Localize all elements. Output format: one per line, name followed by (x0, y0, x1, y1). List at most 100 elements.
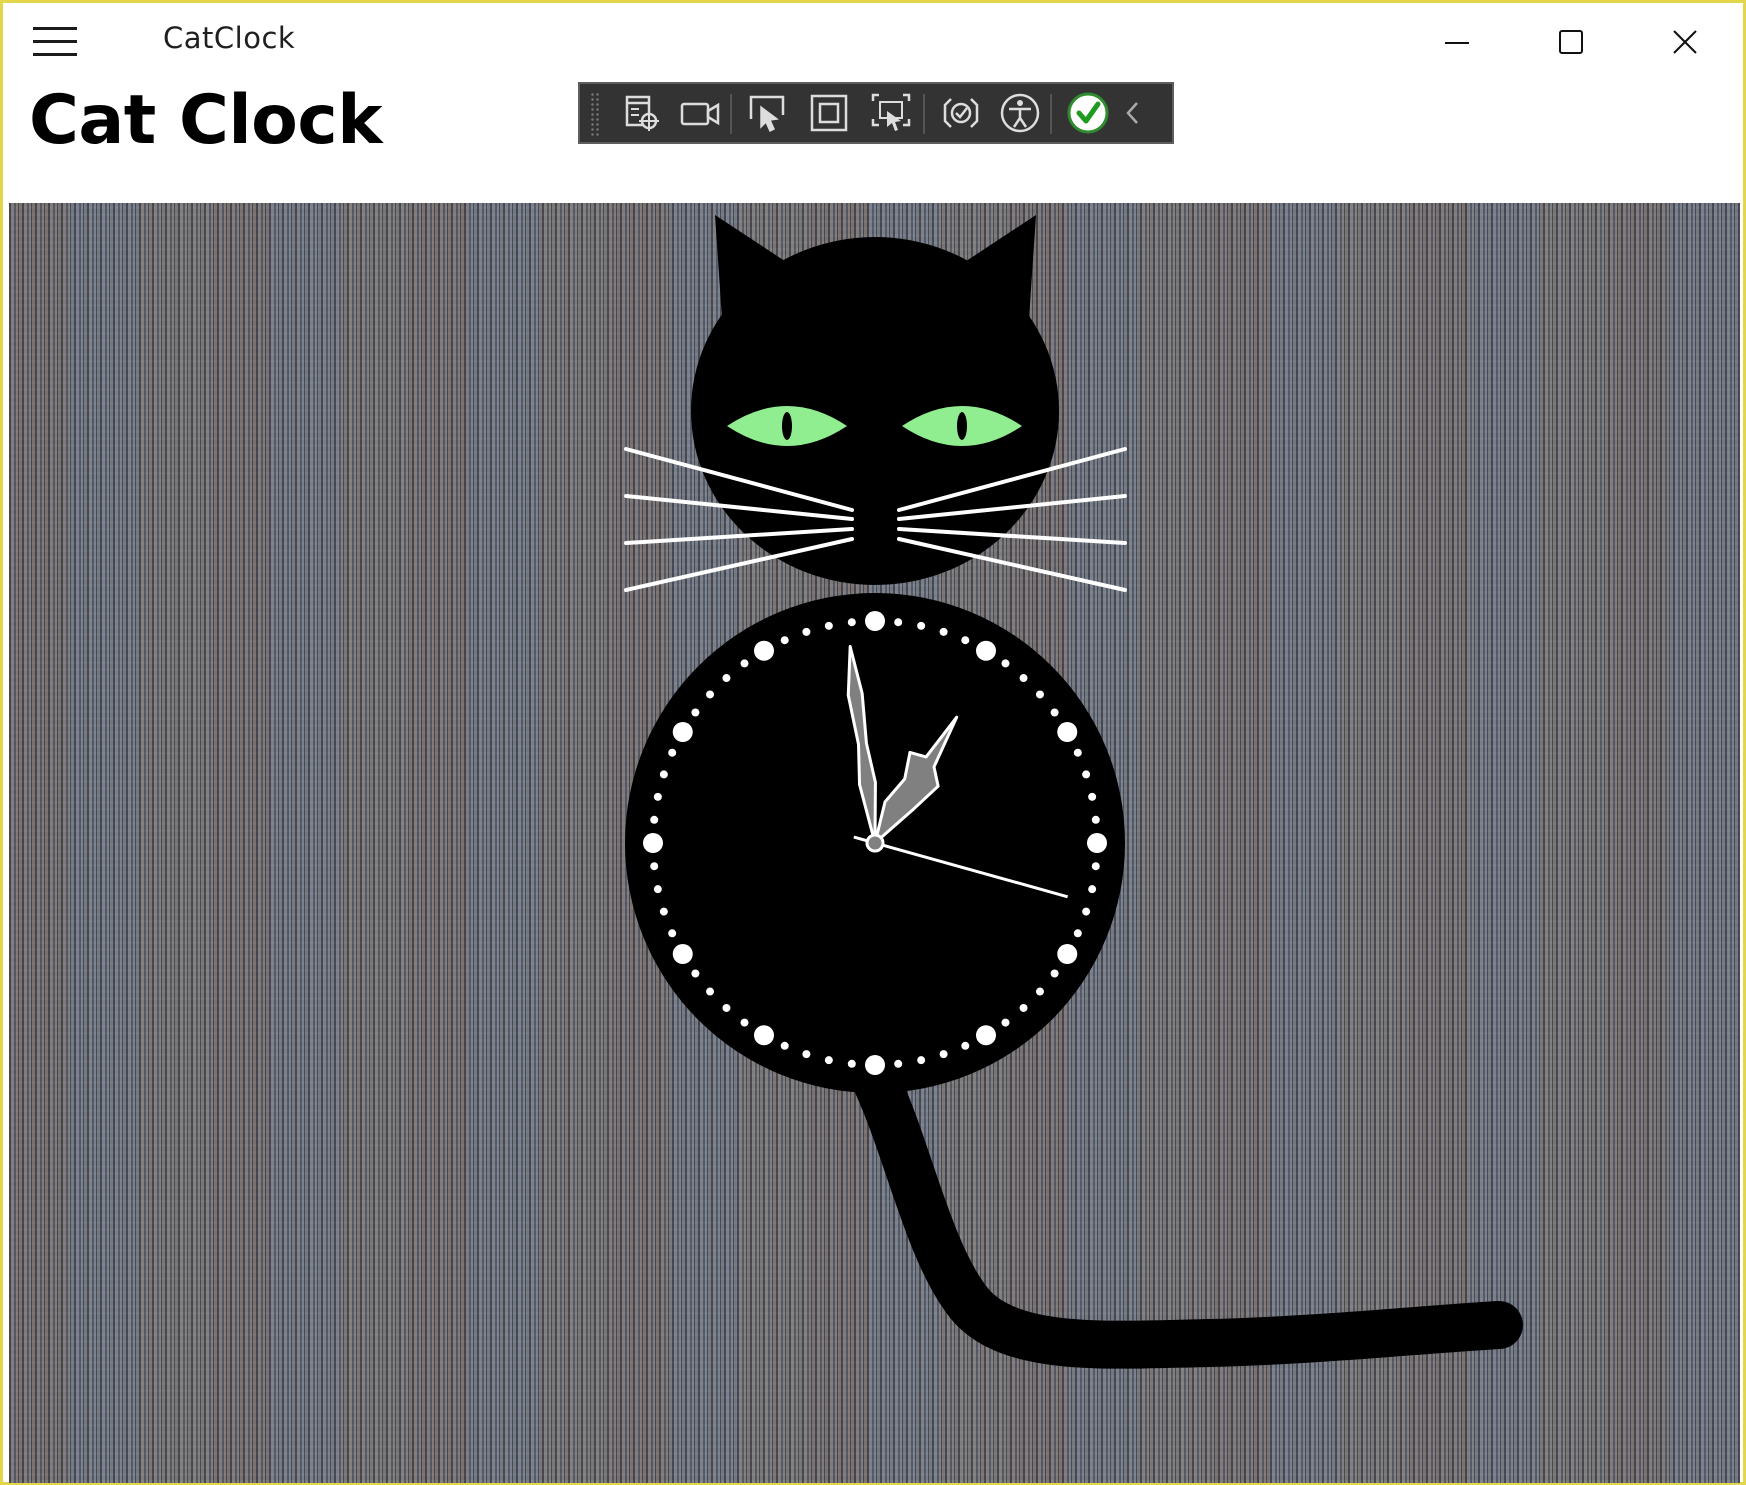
minute-tick-dot (691, 969, 700, 978)
minute-tick-dot (1001, 1018, 1010, 1027)
minute-tick-dot (691, 708, 700, 717)
minute-tick-dot (802, 1050, 811, 1059)
hot-reload-button[interactable] (937, 89, 985, 137)
minute-tick-dot (650, 862, 659, 871)
record-video-icon (680, 102, 720, 126)
hot-reload-icon (943, 98, 979, 128)
display-layout-adorners-icon (810, 94, 848, 132)
track-focused-element-icon (871, 93, 911, 131)
go-to-live-visual-tree-button[interactable] (617, 89, 665, 137)
app-title: CatClock (163, 21, 296, 55)
minute-tick-dot (653, 792, 662, 801)
wood-background-canvas (9, 203, 1740, 1483)
minute-tick-dot (1091, 862, 1100, 871)
minute-tick-dot (1035, 987, 1044, 996)
minute-tick-dot (1073, 748, 1082, 757)
right-pupil (957, 412, 967, 440)
record-video-button[interactable] (676, 89, 724, 137)
collapse-toolbar-button[interactable] (1117, 89, 1149, 137)
minute-tick-dot (722, 1003, 731, 1012)
minute-tick-dot (1050, 708, 1059, 717)
hour-tick-dot (976, 640, 996, 661)
minute-tick-dot (1035, 690, 1044, 699)
hour-tick-dot (672, 944, 693, 964)
minimize-icon (1445, 42, 1469, 44)
minute-tick-dot (653, 885, 662, 894)
minute-tick-dot (961, 1041, 970, 1050)
minute-tick-dot (1019, 674, 1028, 683)
hour-tick-dot (672, 722, 693, 742)
cat-body-clock (625, 593, 1125, 1093)
minute-tick-dot (659, 770, 668, 779)
display-layout-adorners-button[interactable] (805, 89, 853, 137)
minute-tick-dot (780, 636, 789, 645)
hour-tick-dot (1087, 833, 1107, 853)
minute-tick-dot (668, 929, 677, 938)
hour-tick-dot (754, 640, 774, 661)
close-icon (1673, 30, 1697, 54)
minute-tick-dot (1001, 659, 1010, 668)
xaml-debug-toolbar (578, 82, 1174, 144)
minute-tick-dot (824, 621, 833, 630)
maximize-button[interactable] (1541, 13, 1601, 71)
minute-tick-dot (939, 627, 948, 636)
minute-tick-dot (939, 1050, 948, 1059)
hour-tick-dot (865, 611, 885, 631)
minute-tick-dot (740, 1018, 749, 1027)
minute-tick-dot (961, 636, 970, 645)
close-button[interactable] (1655, 13, 1715, 71)
cat-head (691, 215, 1059, 585)
minute-tick-dot (1088, 885, 1097, 894)
minute-tick-dot (847, 618, 856, 627)
minute-tick-dot (1091, 815, 1100, 824)
minute-tick-dot (894, 618, 903, 627)
maximize-icon (1559, 30, 1583, 54)
collapse-chevron-icon (1126, 102, 1138, 124)
title-bar[interactable]: CatClock (3, 3, 1743, 81)
minute-tick-dot (1088, 792, 1097, 801)
minute-tick-dot (706, 690, 715, 699)
hot-reload-status-button[interactable] (1064, 89, 1112, 137)
clock-center-hub (865, 833, 885, 853)
minute-tick-dot (780, 1041, 789, 1050)
page-title: Cat Clock (29, 81, 382, 160)
left-pupil (782, 412, 792, 440)
select-element-icon (749, 95, 785, 133)
minute-tick-dot (740, 659, 749, 668)
cat-clock-drawing (624, 215, 1523, 1369)
minute-tick-dot (668, 748, 677, 757)
hour-tick-dot (1057, 722, 1078, 742)
hour-tick-dot (865, 1055, 885, 1075)
minute-tick-dot (824, 1056, 833, 1065)
minute-tick-dot (722, 674, 731, 683)
minute-tick-dot (659, 907, 668, 916)
minute-tick-dot (802, 627, 811, 636)
minute-tick-dot (917, 621, 926, 630)
hamburger-menu-icon[interactable] (33, 27, 77, 59)
minute-tick-dot (847, 1059, 856, 1068)
go-to-live-visual-tree-icon (625, 95, 659, 131)
minute-tick-dot (1082, 907, 1091, 916)
head-shape (691, 237, 1059, 585)
minute-tick-dot (706, 987, 715, 996)
minute-tick-dot (650, 815, 659, 824)
select-element-button[interactable] (743, 89, 791, 137)
minute-tick-dot (1073, 929, 1082, 938)
track-focused-element-button[interactable] (867, 89, 915, 137)
toolbar-grip-handle[interactable] (590, 92, 600, 136)
minute-tick-dot (1050, 969, 1059, 978)
minute-tick-dot (1019, 1003, 1028, 1012)
minute-tick-dot (917, 1056, 926, 1065)
app-window: CatClock Cat Clock (0, 0, 1746, 1485)
minute-tick-dot (894, 1059, 903, 1068)
minimize-button[interactable] (1427, 13, 1487, 71)
hot-reload-status-check-icon (1067, 92, 1109, 134)
hour-tick-dot (754, 1025, 774, 1046)
accessibility-checker-button[interactable] (996, 89, 1044, 137)
cat-tail (853, 1059, 1523, 1369)
accessibility-icon (1000, 93, 1040, 133)
hour-tick-dot (976, 1025, 996, 1046)
hour-tick-dot (1057, 944, 1078, 964)
minute-tick-dot (1082, 770, 1091, 779)
hour-tick-dot (643, 833, 663, 853)
